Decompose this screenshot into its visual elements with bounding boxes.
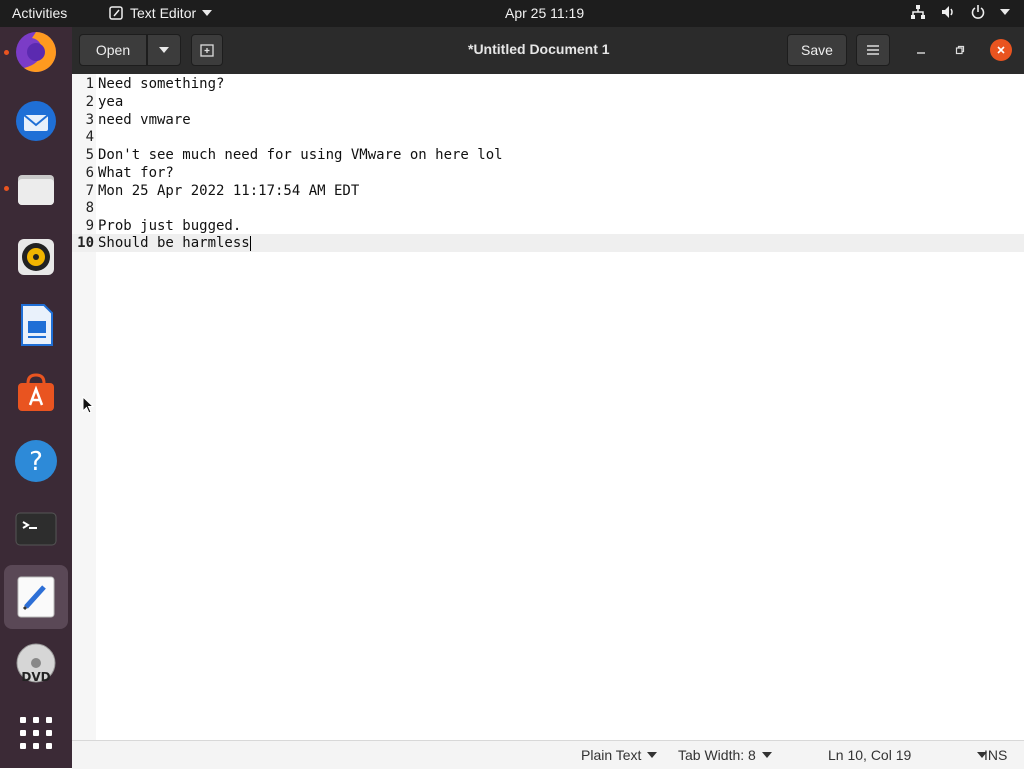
tab-width-label: Tab Width: 8 — [678, 747, 756, 763]
mouse-pointer-icon — [82, 396, 94, 414]
firefox-launcher[interactable] — [4, 20, 68, 84]
files-launcher[interactable] — [4, 157, 68, 221]
editor-line[interactable]: 4 — [72, 128, 1024, 146]
line-number: 10 — [77, 235, 94, 251]
save-button[interactable]: Save — [787, 34, 847, 66]
line-number: 6 — [85, 165, 94, 181]
text-editor-area[interactable]: 1 Need something? 2 yea 3 need vmware 4 5 Do… — [72, 74, 1024, 740]
software-launcher[interactable] — [4, 361, 68, 425]
line-number: 1 — [85, 76, 94, 92]
dock: ? DVD — [0, 27, 72, 768]
dvd-icon: DVD — [16, 643, 56, 684]
open-recent-button[interactable] — [147, 34, 181, 66]
language-selector[interactable]: Plain Text — [581, 747, 658, 763]
line-number: 7 — [85, 183, 94, 199]
cursor-position-label: Ln 10, Col 19 — [828, 747, 912, 763]
rhythmbox-launcher[interactable] — [4, 225, 68, 289]
tab-width-selector[interactable]: Tab Width: 8 — [678, 747, 772, 763]
system-tray[interactable] — [910, 4, 1010, 20]
thunderbird-icon — [16, 101, 56, 141]
svg-text:?: ? — [29, 447, 43, 477]
chevron-down-icon — [202, 10, 213, 16]
status-bar: Plain Text Tab Width: 8 Ln 10, Col 19 IN… — [72, 740, 1024, 769]
language-label: Plain Text — [581, 747, 642, 763]
speaker-icon — [18, 239, 54, 275]
line-text[interactable]: need vmware — [98, 111, 191, 129]
dvd-launcher[interactable]: DVD — [4, 633, 68, 697]
app-menu-label: Text Editor — [130, 5, 197, 21]
chevron-down-icon — [1000, 9, 1010, 15]
minimize-button[interactable] — [910, 39, 932, 61]
editor-line-current[interactable]: 10 Should be harmless — [72, 234, 1024, 252]
text-editor-icon — [109, 6, 123, 20]
shopping-bag-icon — [18, 373, 54, 411]
chevron-down-icon — [647, 752, 658, 758]
line-text-wrapper[interactable]: Should be harmless — [98, 234, 251, 252]
close-icon — [997, 46, 1005, 54]
text-editor-launcher[interactable] — [4, 565, 68, 629]
line-text[interactable]: Don't see much need for using VMware on … — [98, 146, 503, 164]
minimize-icon — [917, 52, 925, 54]
document-icon — [21, 304, 53, 346]
line-number: 8 — [85, 200, 94, 216]
line-text[interactable]: Should be harmless — [98, 235, 250, 251]
app-grid-icon — [20, 717, 52, 749]
show-applications-button[interactable] — [4, 701, 68, 765]
editor-line[interactable]: 8 — [72, 199, 1024, 217]
top-bar: Activities Text Editor Apr 25 11:19 — [0, 0, 1024, 27]
open-button[interactable]: Open — [79, 34, 147, 66]
line-text[interactable]: Prob just bugged. — [98, 217, 241, 235]
terminal-launcher[interactable] — [4, 497, 68, 561]
chevron-down-icon — [761, 752, 772, 758]
text-caret — [249, 235, 251, 251]
line-number: 3 — [85, 112, 94, 128]
help-launcher[interactable]: ? — [4, 429, 68, 493]
clock[interactable]: Apr 25 11:19 — [505, 5, 584, 21]
close-button[interactable] — [990, 39, 1012, 61]
line-text[interactable]: Need something? — [98, 75, 224, 93]
activities-button[interactable]: Activities — [12, 5, 67, 21]
firefox-icon — [16, 32, 56, 72]
writer-launcher[interactable] — [4, 293, 68, 357]
editor-line[interactable]: 1 Need something? — [72, 75, 1024, 93]
editor-line[interactable]: 7 Mon 25 Apr 2022 11:17:54 AM EDT — [72, 182, 1024, 200]
line-number: 5 — [85, 147, 94, 163]
volume-icon — [942, 6, 953, 18]
hamburger-icon — [867, 45, 879, 55]
cursor-position-selector[interactable]: Ln 10, Col 19 — [828, 747, 988, 763]
help-icon: ? — [15, 440, 57, 482]
menu-button[interactable] — [856, 34, 890, 66]
svg-text:DVD: DVD — [21, 670, 50, 684]
network-icon — [911, 5, 925, 19]
app-menu[interactable]: Text Editor — [108, 5, 213, 21]
line-number: 9 — [85, 218, 94, 234]
line-text[interactable]: Mon 25 Apr 2022 11:17:54 AM EDT — [98, 182, 359, 200]
files-icon — [18, 175, 54, 205]
terminal-icon — [15, 512, 57, 546]
insert-mode-label: INS — [984, 747, 1008, 763]
thunderbird-launcher[interactable] — [4, 89, 68, 153]
chevron-down-icon — [159, 47, 169, 53]
line-text[interactable]: What for? — [98, 164, 174, 182]
editor-line[interactable]: 9 Prob just bugged. — [72, 217, 1024, 235]
header-bar: Open *Untitled Document 1 Save — [72, 27, 1024, 74]
line-number: 4 — [85, 129, 94, 145]
insert-mode-indicator: INS — [984, 747, 1007, 763]
line-text[interactable]: yea — [98, 93, 123, 111]
maximize-button[interactable] — [949, 39, 971, 61]
editor-line[interactable]: 3 need vmware — [72, 111, 1024, 129]
editor-line[interactable]: 6 What for? — [72, 164, 1024, 182]
text-editor-icon — [17, 576, 55, 618]
power-icon — [971, 5, 985, 19]
line-number: 2 — [85, 94, 94, 110]
editor-line[interactable]: 5 Don't see much need for using VMware on… — [72, 146, 1024, 164]
restore-icon — [955, 45, 965, 55]
editor-line[interactable]: 2 yea — [72, 93, 1024, 111]
window-title: *Untitled Document 1 — [468, 41, 610, 57]
new-tab-button[interactable] — [191, 34, 223, 66]
new-document-icon — [200, 44, 214, 57]
